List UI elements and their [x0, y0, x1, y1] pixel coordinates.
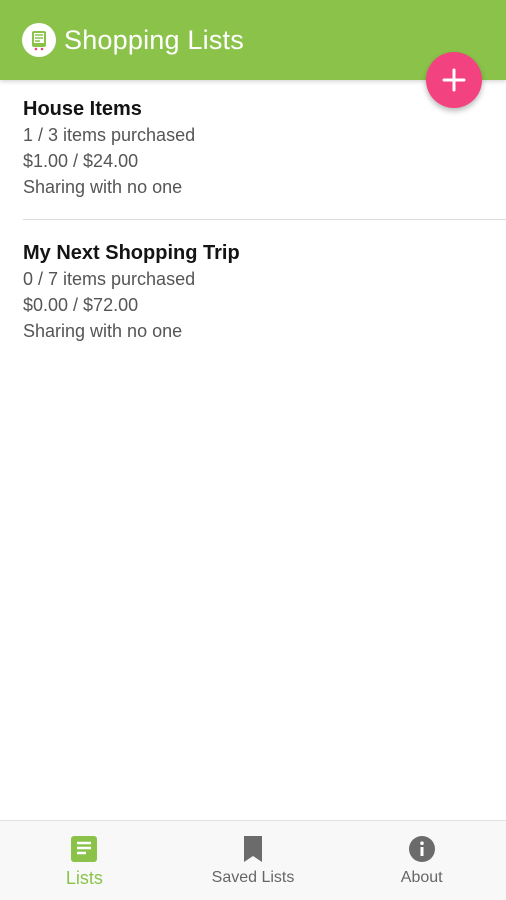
sharing-status: Sharing with no one [23, 321, 183, 341]
bottom-navigation: Lists Saved Lists About [0, 820, 506, 900]
app-title: Shopping Lists [64, 24, 244, 55]
nav-item-lists[interactable]: Lists [0, 821, 169, 900]
list-item[interactable]: My Next Shopping Trip 0 / 7 items purcha… [0, 220, 506, 350]
list-cost: $1.00 / $24.00 [23, 151, 139, 171]
sharing-status: Sharing with no one [23, 177, 183, 197]
app-logo-icon [22, 23, 56, 57]
nav-label: Saved Lists [211, 869, 295, 886]
items-purchased: 1 / 3 items purchased [23, 125, 196, 145]
list-item[interactable]: House Items 1 / 3 items purchased $1.00 … [0, 80, 506, 220]
nav-item-saved-lists[interactable]: Saved Lists [169, 821, 338, 900]
nav-item-about[interactable]: About [337, 821, 506, 900]
info-icon [408, 835, 436, 863]
shopping-lists: House Items 1 / 3 items purchased $1.00 … [0, 80, 506, 350]
nav-label: About [400, 869, 443, 886]
list-document-icon [70, 835, 98, 863]
nav-label: Lists [65, 868, 103, 888]
list-cost: $0.00 / $72.00 [23, 295, 139, 315]
list-name: My Next Shopping Trip [23, 242, 240, 264]
add-list-button[interactable] [426, 52, 482, 108]
bookmark-icon [239, 835, 267, 863]
items-purchased: 0 / 7 items purchased [23, 269, 196, 289]
plus-icon [442, 68, 466, 92]
